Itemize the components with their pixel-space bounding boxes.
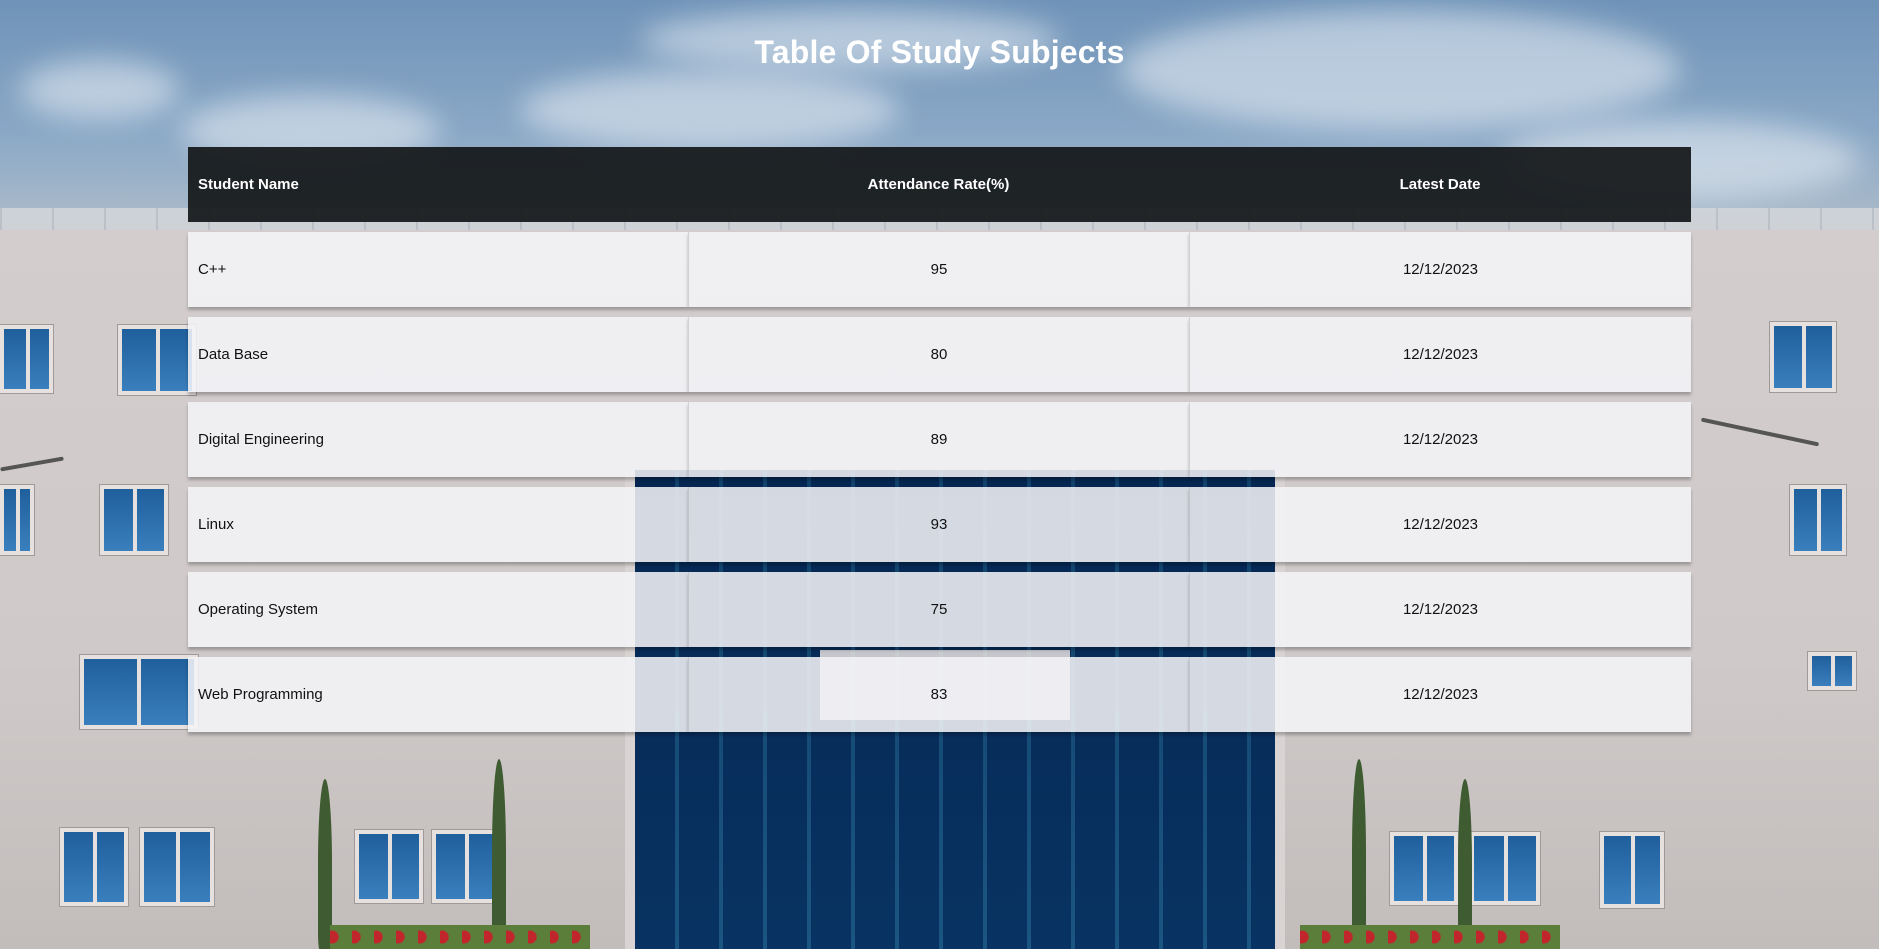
table-row: Digital Engineering 89 12/12/2023	[188, 402, 1691, 477]
building-window	[140, 828, 214, 906]
cell-latest-date: 12/12/2023	[1189, 232, 1691, 307]
table-row: Operating System 75 12/12/2023	[188, 572, 1691, 647]
cell-subject: C++	[188, 232, 688, 307]
building-window	[1808, 652, 1856, 690]
table-body: C++ 95 12/12/2023 Data Base 80 12/12/202…	[188, 232, 1691, 732]
header-latest-date: Latest Date	[1189, 147, 1691, 222]
cell-attendance-rate: 89	[688, 402, 1189, 477]
subjects-table-container: Student Name Attendance Rate(%) Latest D…	[188, 147, 1691, 742]
cypress-tree	[1458, 779, 1472, 949]
building-window	[80, 655, 198, 729]
building-window	[1770, 322, 1836, 392]
building-window	[1470, 832, 1540, 905]
header-student-name: Student Name	[188, 147, 688, 222]
cell-subject: Linux	[188, 487, 688, 562]
building-window	[0, 325, 53, 393]
cell-subject: Digital Engineering	[188, 402, 688, 477]
table-row: Data Base 80 12/12/2023	[188, 317, 1691, 392]
cell-subject: Web Programming	[188, 657, 688, 732]
building-window	[432, 830, 500, 903]
page-title: Table Of Study Subjects	[754, 34, 1125, 70]
page: Table Of Study Subjects Student Name Att…	[0, 0, 1879, 949]
cell-attendance-rate: 95	[688, 232, 1189, 307]
cell-subject: Operating System	[188, 572, 688, 647]
table-header: Student Name Attendance Rate(%) Latest D…	[188, 147, 1691, 222]
cell-attendance-rate: 80	[688, 317, 1189, 392]
flower-bed	[330, 925, 590, 949]
cell-attendance-rate: 93	[688, 487, 1189, 562]
building-window	[118, 325, 196, 395]
cell-attendance-rate: 75	[688, 572, 1189, 647]
building-window	[1790, 485, 1846, 555]
table-row: Web Programming 83 12/12/2023	[188, 657, 1691, 732]
cypress-tree	[1352, 759, 1366, 949]
table-row: Linux 93 12/12/2023	[188, 487, 1691, 562]
subjects-table: Student Name Attendance Rate(%) Latest D…	[188, 137, 1691, 742]
cell-attendance-rate: 83	[688, 657, 1189, 732]
cell-latest-date: 12/12/2023	[1189, 657, 1691, 732]
cypress-tree	[318, 779, 332, 949]
building-window	[355, 830, 423, 903]
building-window	[1600, 832, 1664, 908]
building-window	[60, 828, 128, 906]
building-window	[1390, 832, 1458, 905]
cell-subject: Data Base	[188, 317, 688, 392]
building-window	[100, 485, 168, 555]
cypress-tree	[492, 759, 506, 949]
table-row: C++ 95 12/12/2023	[188, 232, 1691, 307]
cell-latest-date: 12/12/2023	[1189, 572, 1691, 647]
cell-latest-date: 12/12/2023	[1189, 402, 1691, 477]
header-attendance-rate: Attendance Rate(%)	[688, 147, 1189, 222]
cell-latest-date: 12/12/2023	[1189, 317, 1691, 392]
cell-latest-date: 12/12/2023	[1189, 487, 1691, 562]
flower-bed	[1300, 925, 1560, 949]
header-row: Student Name Attendance Rate(%) Latest D…	[188, 147, 1691, 222]
building-window	[0, 485, 34, 555]
